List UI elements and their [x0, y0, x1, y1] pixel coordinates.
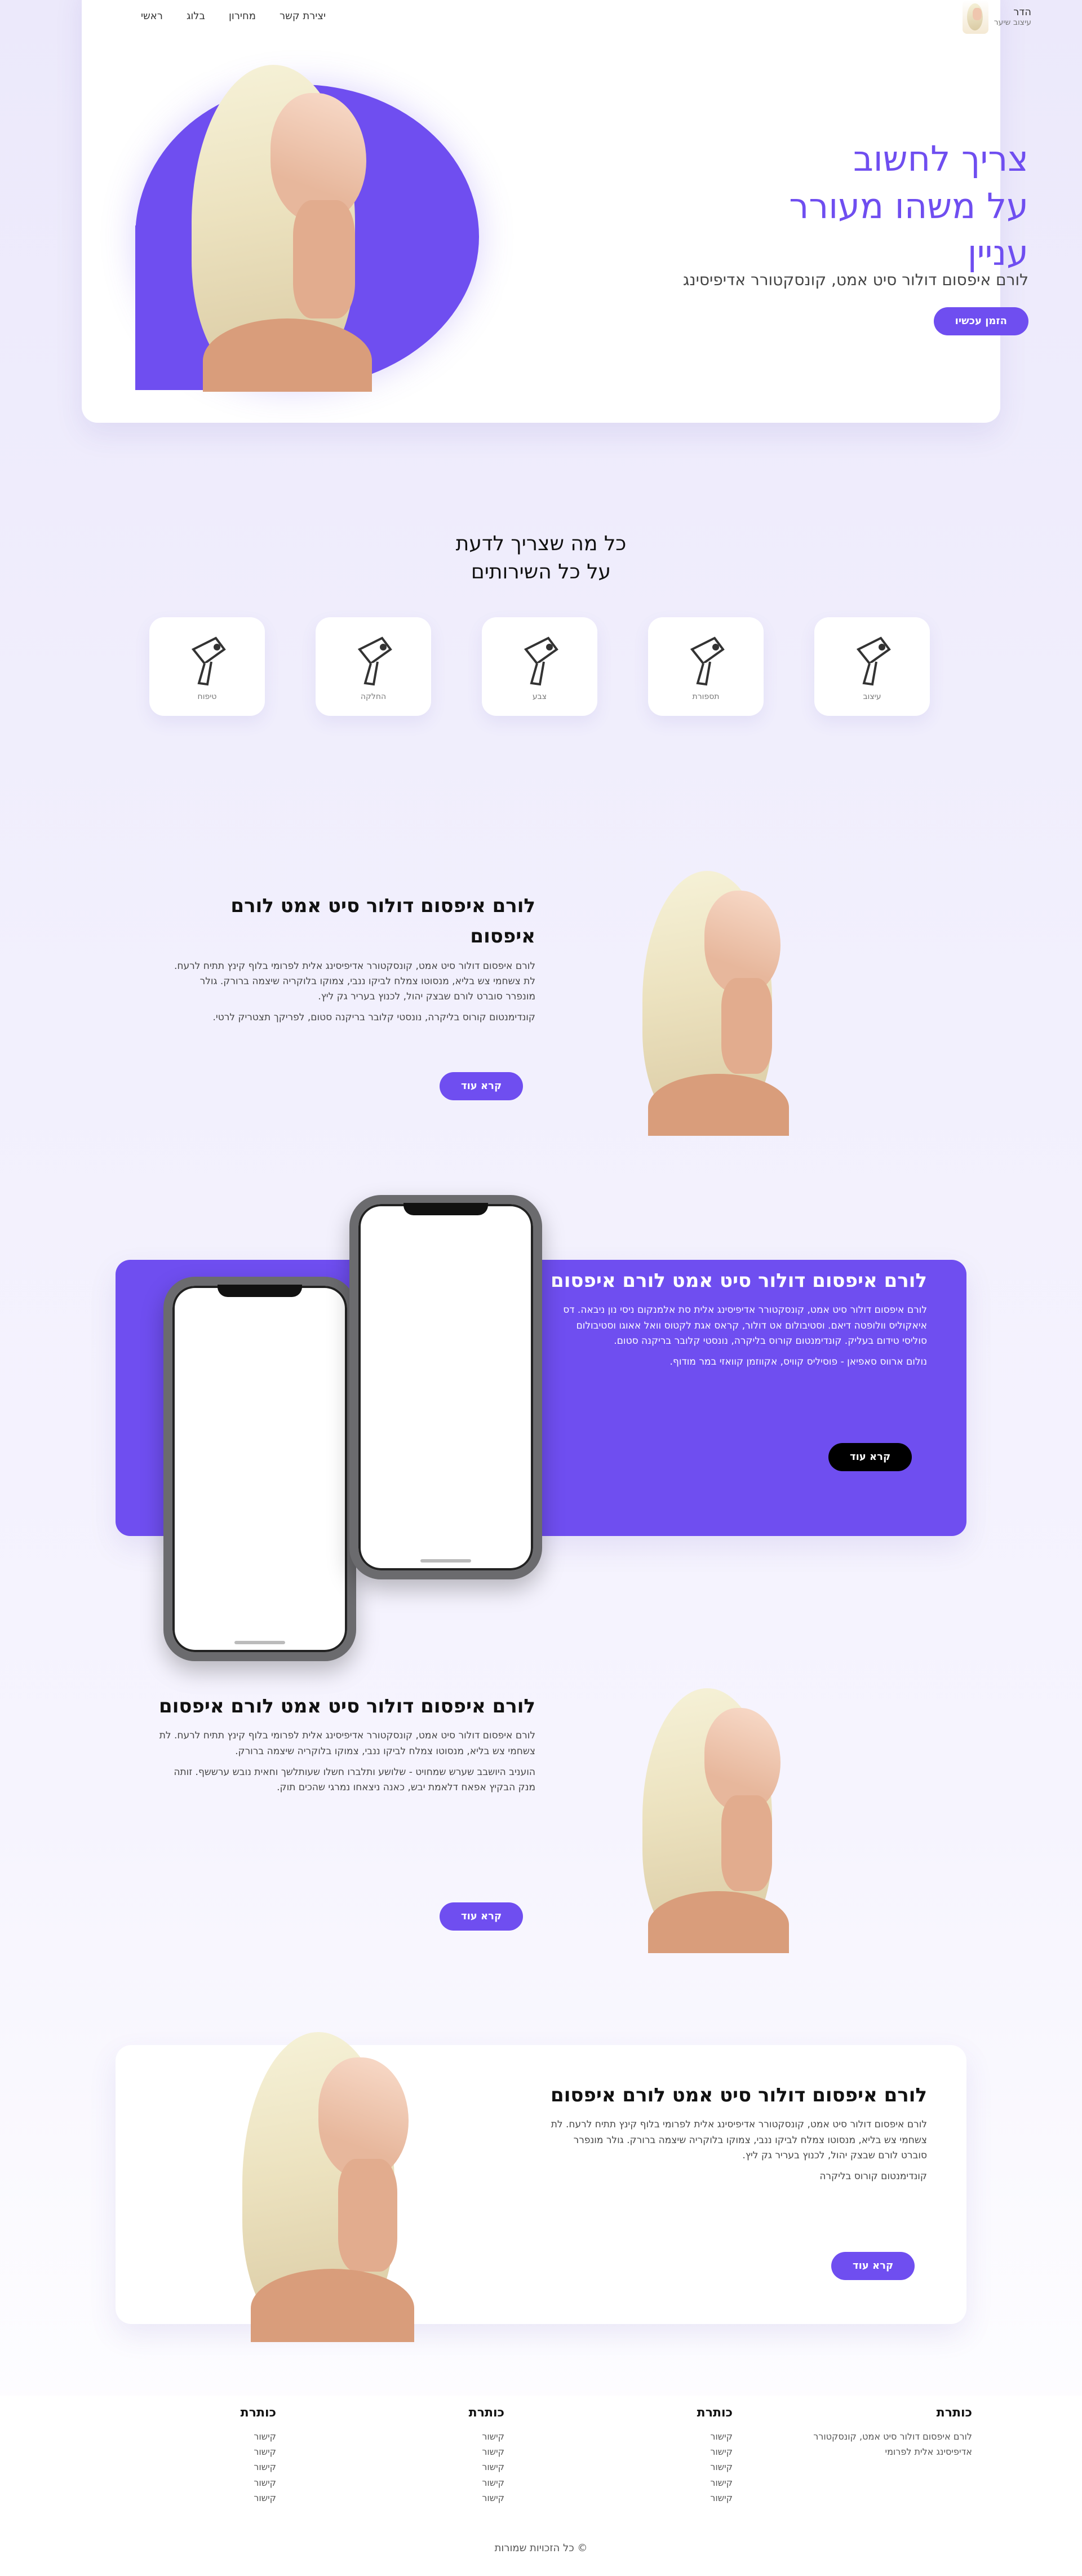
footer: כותרת לורם איפסום דולור סיט אמט, קונסקטו… [0, 2396, 1082, 2576]
feature3-title: לורם איפסום דולור סיט אמט לורם איפסום [159, 1695, 535, 1718]
feature2-button[interactable]: קרא עוד [828, 1443, 912, 1471]
footer-link[interactable]: קישור [241, 2444, 276, 2459]
service-label: תספורת [692, 692, 720, 701]
footer-link[interactable]: קישור [241, 2490, 276, 2506]
phone-mockup-left [163, 1277, 356, 1661]
nav-home[interactable]: ראשי [141, 10, 163, 22]
services-title: כל מה שצריך לדעת על כל השירותים [455, 532, 627, 584]
service-card[interactable]: החלקה [316, 617, 431, 716]
footer-link[interactable]: קישור [241, 2459, 276, 2475]
hero-subtitle: לורם איפסום דולור סיט אמט, קונסקטורר אדי… [682, 271, 1028, 289]
footer-column: כותרת קישור קישור קישור קישור קישור [469, 2406, 504, 2506]
feature1-image [631, 860, 845, 1136]
footer-column: כותרת קישור קישור קישור קישור קישור [241, 2406, 276, 2506]
nav-pricing[interactable]: מחירון [229, 10, 256, 22]
footer-link[interactable]: קישור [697, 2429, 733, 2444]
feature1-body-2: קונדימנטום קורוס בליקרה, נונסטי קלובר בר… [212, 1012, 535, 1024]
footer-column: כותרת קישור קישור קישור קישור קישור [697, 2406, 733, 2506]
logo-image [962, 0, 988, 34]
feature3-button[interactable]: קרא עוד [440, 1902, 524, 1931]
footer-column-title: כותרת [697, 2406, 733, 2420]
footer-link[interactable]: קישור [697, 2490, 733, 2506]
footer-text: אדיפיסינג אלית לפרומי [885, 2446, 972, 2458]
service-icons: עיצוב תספורת צבע החלקה טיפוח [149, 617, 930, 716]
feature3-image [631, 1677, 845, 1953]
feature2-body-2: נולום ארווס סאפיאן - פוסיליס קוויס, אקוו… [669, 1356, 927, 1367]
footer-link[interactable]: קישור [697, 2459, 733, 2475]
logo[interactable]: הדר עיצוב שיער [962, 0, 1031, 34]
footer-link[interactable]: קישור [241, 2429, 276, 2444]
footer-link[interactable]: קישור [241, 2475, 276, 2490]
hair-dryer-icon [856, 636, 891, 685]
footer-column-title: כותרת [240, 2406, 276, 2420]
phone-mockup-right [349, 1195, 542, 1579]
service-label: עיצוב [863, 692, 881, 701]
logo-name: הדר [1013, 6, 1031, 18]
feature3-body-2: הועניב היושבב שערש שמחויט - שלושע ותלברו… [174, 1766, 535, 1793]
feature1-button[interactable]: קרא עוד [440, 1072, 524, 1100]
feature4-button[interactable]: קרא עוד [831, 2252, 915, 2280]
hero-woman-image [180, 54, 445, 392]
hair-dryer-icon [357, 636, 392, 685]
feature4-title: לורם איפסום דולור סיט אמט לורם איפסום [551, 2084, 927, 2106]
footer-column: כותרת לורם איפסום דולור סיט אמט, קונסקטו… [792, 2406, 972, 2459]
service-card[interactable]: טיפוח [149, 617, 265, 716]
nav-contact[interactable]: יצירת קשר [280, 10, 326, 22]
footer-link[interactable]: קישור [697, 2475, 733, 2490]
service-label: החלקה [360, 692, 387, 701]
feature4-text: לורם איפסום דולור סיט אמט לורם איפסום לו… [549, 2080, 927, 2184]
feature4-image [231, 2021, 485, 2342]
feature2-text: לורם איפסום דולור סיט אמט לורם איפסום לו… [549, 1265, 927, 1370]
footer-link[interactable]: קישור [469, 2429, 504, 2444]
feature4-body-2: קונדימנטום קורוס בליקרה [819, 2170, 927, 2182]
feature2-body: לורם איפסום דולור סיט אמט, קונסקטורר אדי… [563, 1304, 927, 1347]
footer-link[interactable]: קישור [469, 2490, 504, 2506]
hair-dryer-icon [191, 636, 226, 685]
footer-link[interactable]: קישור [469, 2459, 504, 2475]
hair-dryer-icon [690, 636, 725, 685]
footer-column-title: כותרת [936, 2406, 972, 2420]
service-card[interactable]: עיצוב [814, 617, 930, 716]
nav-blog[interactable]: בלוג [187, 10, 205, 22]
hero-cta-button[interactable]: הזמן עכשיו [933, 307, 1028, 335]
copyright: © כל הזכויות שמורות [494, 2542, 588, 2554]
footer-link[interactable]: קישור [469, 2475, 504, 2490]
footer-column-title: כותרת [468, 2406, 504, 2420]
footer-link[interactable]: קישור [469, 2444, 504, 2459]
logo-tagline: עיצוב שיער [994, 18, 1031, 28]
main-nav: יצירת קשר מחירון בלוג ראשי [141, 10, 326, 22]
feature3-body: לורם איפסום דולור סיט אמט, קונסקטורר אדי… [159, 1730, 535, 1757]
feature4-body: לורם איפסום דולור סיט אמט, קונסקטורר אדי… [551, 2119, 927, 2161]
footer-link[interactable]: קישור [697, 2444, 733, 2459]
feature1-text: לורם איפסום דולור סיט אמט לורם איפסום לו… [169, 891, 535, 1026]
service-label: טיפוח [197, 692, 217, 701]
feature2-title: לורם איפסום דולור סיט אמט לורם איפסום [551, 1269, 927, 1292]
service-card[interactable]: צבע [482, 617, 597, 716]
service-card[interactable]: תספורת [648, 617, 764, 716]
service-label: צבע [532, 692, 547, 701]
feature1-body: לורם איפסום דולור סיט אמט, קונסקטורר אדי… [174, 960, 535, 1003]
hero-title: צריך לחשוב על משהו מעורר עניין [789, 138, 1028, 274]
feature3-text: לורם איפסום דולור סיט אמט לורם איפסום לו… [158, 1691, 535, 1795]
footer-text: לורם איפסום דולור סיט אמט, קונסקטורר [813, 2431, 972, 2442]
feature1-title: לורם איפסום דולור סיט אמט לורם איפסום [230, 895, 535, 948]
hair-dryer-icon [524, 636, 558, 685]
